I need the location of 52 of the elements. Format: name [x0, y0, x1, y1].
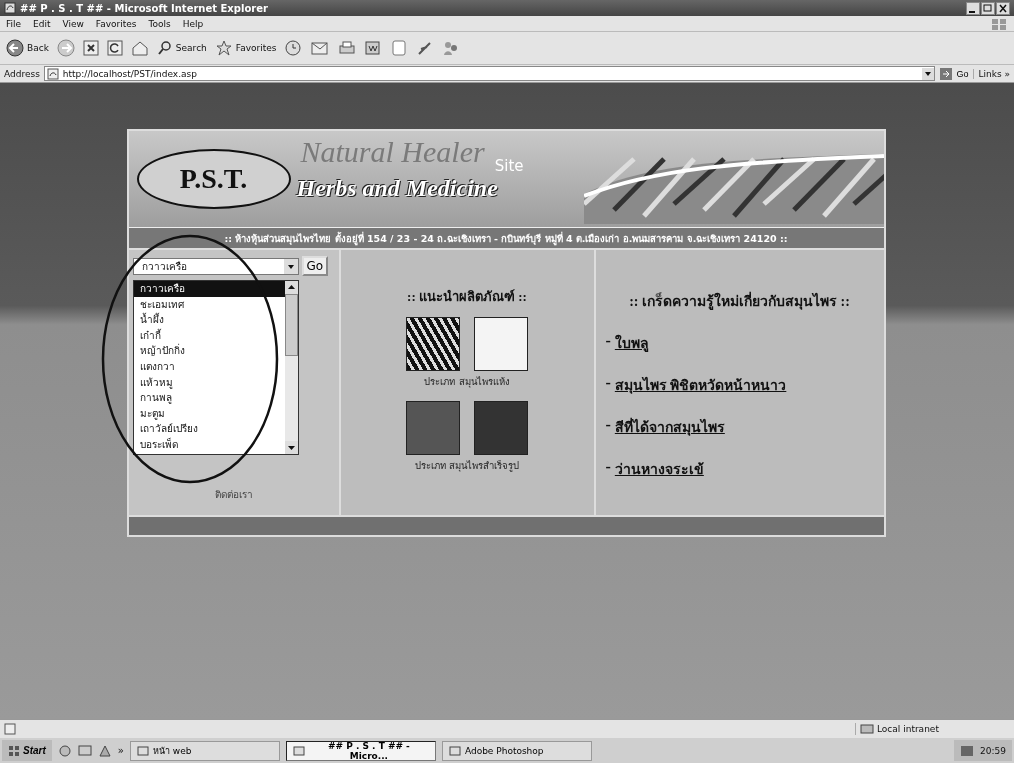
article-link[interactable]: สีที่ได้จากสมุนไพร — [614, 416, 725, 438]
favorites-button[interactable]: Favorites — [214, 40, 277, 56]
address-label: Address — [4, 68, 40, 79]
section-heading: :: เกร็ดความรู้ใหม่เกี่ยวกับสมุนไพร :: — [605, 290, 874, 312]
logo: P.S.T. — [136, 149, 291, 209]
contact-link[interactable]: ติดต่อเรา — [132, 487, 335, 502]
start-button[interactable]: Start — [2, 740, 52, 761]
menu-item[interactable]: View — [62, 18, 84, 29]
taskbar-button[interactable]: Adobe Photoshop — [441, 740, 592, 761]
clock: 20:59 — [980, 745, 1006, 756]
go-button[interactable]: Go — [939, 66, 969, 81]
menu-item[interactable]: Tools — [148, 18, 171, 29]
dropdown-option[interactable]: หญ้าปักกิ่ง — [133, 343, 285, 359]
dropdown-option[interactable]: กานพลู — [133, 390, 285, 406]
site-label: Site — [494, 156, 524, 175]
article-link[interactable]: สมุนไพร พิชิตหวัดหน้าหนาว — [614, 374, 787, 396]
go-button[interactable]: Go — [301, 256, 329, 276]
bullet-dash: - — [605, 374, 611, 393]
product-category-caption[interactable]: ประเภท สมุนไพรแห้ง — [424, 374, 510, 389]
menu-item[interactable]: Help — [182, 18, 204, 29]
back-button[interactable]: Back — [6, 39, 49, 57]
bullet-dash: - — [605, 332, 611, 351]
dropdown-option[interactable]: เก๋ากี้ — [133, 327, 285, 344]
section-heading: :: แนะนำผลิตภัณฑ์ :: — [407, 288, 527, 306]
taskbar-button[interactable]: หน้า web — [129, 740, 280, 761]
bullet-dash: - — [605, 416, 611, 435]
dropdown-option[interactable]: ชะเอมเทศ — [133, 296, 285, 313]
dropdown-option[interactable]: บอระเพ็ด — [133, 436, 285, 453]
article-link[interactable]: ใบพลู — [614, 332, 649, 354]
dropdown-option[interactable]: กวาวเครือ — [133, 281, 285, 297]
zone-label: Local intranet — [877, 724, 939, 734]
dropdown-option[interactable]: แตงกวา — [133, 358, 285, 375]
article-link[interactable]: ว่านหางจระเข้ — [614, 458, 704, 480]
taskbar-button[interactable]: ## P . S . T ## - Micro... — [285, 740, 436, 761]
herb-dropdown[interactable]: กวาวเครือ — [132, 257, 299, 275]
dropdown-option[interactable]: แห้วหมู — [133, 374, 285, 391]
window-title: ## P . S . T ## - Microsoft Internet Explorer — [20, 2, 269, 14]
bullet-dash: - — [605, 458, 611, 477]
dropdown-option[interactable]: เถาวัลย์เปรียง — [133, 421, 285, 437]
product-category-caption[interactable]: ประเภท สมุนไพรสำเร็จรูป — [415, 458, 519, 473]
dropdown-option[interactable]: มะตูม — [133, 405, 285, 422]
dropdown-option[interactable]: น้ำผึ้ง — [133, 312, 285, 328]
company-address: :: ห้างหุ้นส่วนสมุนไพรไทย ตั้งอยู่ที่ 154 / 23 - 24 ถ.ฉะเชิงเทรา - กบินทร์บุรี หมู่ที่ 4 ต.เมืองเก่า อ.พนมสารคาม จ.ฉะเชิงเทรา 24120 :: — [128, 228, 884, 250]
banner-title: Herbs and Medicine — [296, 174, 499, 202]
menu-item[interactable]: Favorites — [95, 18, 137, 29]
search-button[interactable]: Search — [156, 40, 207, 56]
banner-background-text: Natural Healer — [300, 135, 485, 169]
links-button[interactable]: Links » — [972, 68, 1010, 79]
more-button[interactable]: » — [117, 745, 124, 756]
address-field[interactable]: http://localhost/PST/index.asp — [43, 66, 936, 81]
menu-item[interactable]: File — [6, 18, 22, 29]
menu-item[interactable]: Edit — [33, 18, 51, 29]
